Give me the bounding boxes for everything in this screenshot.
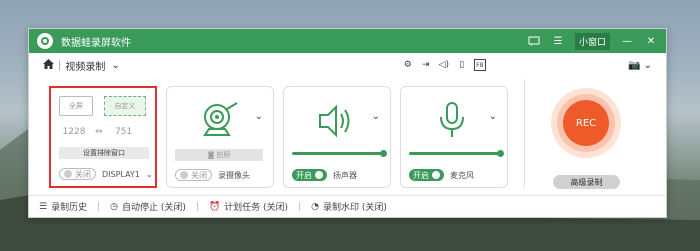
speaker-icon[interactable]: ◁) bbox=[438, 59, 450, 71]
history-label: 录制历史 bbox=[51, 203, 88, 213]
photo-label: 拍照 bbox=[216, 151, 231, 159]
custom-area-option[interactable]: 自定义 bbox=[104, 96, 146, 116]
list-icon: ☰ bbox=[39, 201, 48, 212]
fps-icon[interactable]: F8 bbox=[473, 59, 486, 71]
width-input[interactable]: 1228 bbox=[59, 127, 89, 137]
mouse-icon[interactable]: ▯ bbox=[456, 59, 468, 71]
mic-volume-slider[interactable] bbox=[409, 150, 504, 157]
mic-label: 麦克风 bbox=[450, 170, 474, 180]
link-icon[interactable]: ⇔ bbox=[95, 127, 103, 137]
separator: | bbox=[195, 201, 199, 212]
speaker-volume-slider[interactable] bbox=[292, 150, 387, 157]
rec-button[interactable]: REC bbox=[563, 100, 609, 146]
advanced-record-button[interactable]: 高级录制 bbox=[553, 175, 620, 189]
toggle-label: 关闭 bbox=[75, 169, 91, 179]
speaker-panel: ⌄ 开启 扬声器 bbox=[283, 86, 391, 188]
height-input[interactable]: 751 bbox=[109, 127, 139, 137]
rec-area: REC 高级录制 bbox=[524, 86, 649, 189]
take-photo-button[interactable]: ◙ 拍照 bbox=[175, 149, 263, 161]
speaker-label: 扬声器 bbox=[333, 170, 357, 180]
camera-icon: ◙ bbox=[207, 151, 215, 159]
screenshot-dropdown[interactable]: 📷 ⌄ bbox=[628, 60, 652, 71]
history-link[interactable]: ☰ 录制历史 bbox=[39, 200, 88, 214]
clock-icon: ◷ bbox=[110, 201, 118, 212]
auto-stop-label: 自动停止 (关闭) bbox=[122, 203, 186, 213]
chevron-down-icon[interactable]: ⌄ bbox=[255, 111, 263, 122]
camera-label: 录摄像头 bbox=[218, 170, 250, 180]
screen-toggle[interactable]: 关闭 bbox=[59, 168, 96, 180]
app-window: 数据蛙录屏软件 ☰ 小窗口 — ✕ | 视频录制 ⌄ ⚙ ⇥ ◁) ▯ F8 📷… bbox=[28, 28, 667, 218]
dimension-row: 1228 ⇔ 751 bbox=[59, 127, 139, 137]
camera-icon[interactable]: 📷 bbox=[628, 60, 640, 71]
fullscreen-option[interactable]: 全屏 bbox=[59, 96, 93, 116]
settings-icon[interactable]: ⚙ bbox=[402, 59, 414, 71]
exclude-window-button[interactable]: 设置排除窗口 bbox=[59, 147, 149, 159]
mini-window-button[interactable]: 小窗口 bbox=[574, 32, 610, 50]
close-icon[interactable]: ✕ bbox=[644, 34, 658, 48]
chevron-down-icon[interactable]: ⌄ bbox=[146, 170, 153, 179]
toggle-label: 关闭 bbox=[191, 170, 207, 180]
webcam-icon bbox=[203, 102, 238, 136]
camera-panel: ⌄ ◙ 拍照 关闭 录摄像头 bbox=[166, 86, 274, 188]
schedule-label: 计划任务 (关闭) bbox=[224, 203, 289, 213]
chevron-down-icon[interactable]: ⌄ bbox=[644, 60, 652, 71]
message-icon[interactable] bbox=[527, 34, 541, 48]
separator: | bbox=[298, 201, 302, 212]
export-icon[interactable]: ⇥ bbox=[420, 59, 432, 71]
drop-icon: ◔ bbox=[311, 201, 319, 212]
display-selector[interactable]: DISPLAY1 bbox=[102, 170, 140, 179]
rec-button-halo: REC bbox=[551, 88, 621, 158]
watermark-link[interactable]: ◔ 录制水印 (关闭) bbox=[311, 200, 387, 214]
status-bar: ☰ 录制历史 | ◷ 自动停止 (关闭) | ⏰ 计划任务 (关闭) | ◔ 录制水印 … bbox=[29, 195, 666, 217]
speaker-toggle[interactable]: 开启 bbox=[292, 169, 327, 181]
home-icon[interactable] bbox=[43, 58, 54, 72]
microphone-panel: ⌄ 开启 麦克风 bbox=[400, 86, 508, 188]
app-logo-icon bbox=[37, 33, 53, 49]
separator: | bbox=[97, 201, 101, 212]
schedule-link[interactable]: ⏰ 计划任务 (关闭) bbox=[208, 200, 289, 214]
title-bar[interactable]: 数据蛙录屏软件 ☰ 小窗口 — ✕ bbox=[29, 29, 666, 53]
alarm-icon: ⏰ bbox=[208, 201, 221, 212]
mode-selector[interactable]: 视频录制 bbox=[65, 58, 105, 73]
auto-stop-link[interactable]: ◷ 自动停止 (关闭) bbox=[110, 200, 186, 214]
separator: | bbox=[58, 59, 62, 71]
mic-toggle[interactable]: 开启 bbox=[409, 169, 444, 181]
minimize-icon[interactable]: — bbox=[620, 34, 634, 48]
speaker-icon bbox=[319, 104, 350, 138]
chevron-down-icon[interactable]: ⌄ bbox=[111, 60, 119, 71]
toggle-label: 开启 bbox=[296, 170, 312, 180]
mode-toolbar: | 视频录制 ⌄ ⚙ ⇥ ◁) ▯ F8 📷 ⌄ bbox=[29, 53, 666, 77]
camera-toggle[interactable]: 关闭 bbox=[175, 169, 212, 181]
menu-icon[interactable]: ☰ bbox=[551, 34, 565, 48]
chevron-down-icon[interactable]: ⌄ bbox=[372, 111, 380, 122]
watermark-label: 录制水印 (关闭) bbox=[322, 203, 387, 213]
microphone-icon bbox=[440, 102, 464, 137]
toggle-label: 开启 bbox=[413, 170, 429, 180]
app-title: 数据蛙录屏软件 bbox=[61, 37, 131, 49]
chevron-down-icon[interactable]: ⌄ bbox=[489, 111, 497, 122]
screen-panel: 全屏 自定义 1228 ⇔ 751 设置排除窗口 关闭 DISPLAY1 ⌄ bbox=[49, 86, 157, 188]
